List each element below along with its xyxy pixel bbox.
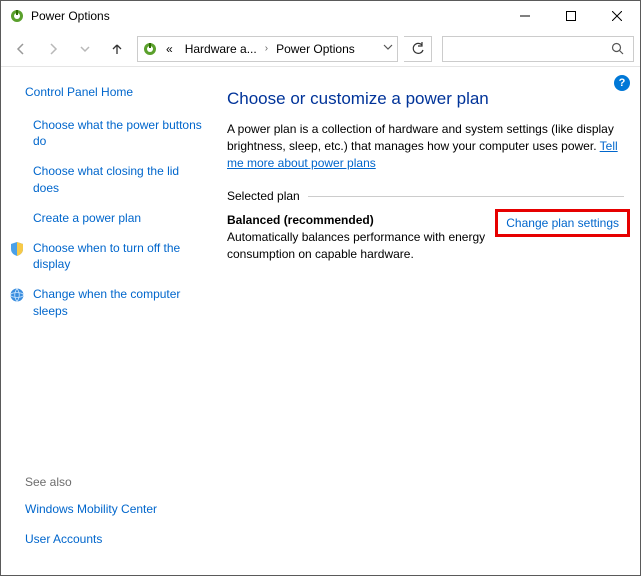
plan-row: Balanced (recommended) Automatically bal… <box>227 213 624 263</box>
maximize-button[interactable] <box>548 1 594 31</box>
sidebar-link-closing-lid[interactable]: Choose what closing the lid does <box>25 163 203 195</box>
highlight-box: Change plan settings <box>495 209 630 237</box>
page-heading: Choose or customize a power plan <box>227 89 624 109</box>
address-bar[interactable]: « Hardware a... › Power Options <box>137 36 398 62</box>
selected-plan-label: Selected plan <box>227 189 624 203</box>
sidebar-link-turn-off-display[interactable]: Choose when to turn off the display <box>9 240 203 272</box>
plan-name: Balanced (recommended) <box>227 213 485 227</box>
main-panel: Choose or customize a power plan A power… <box>217 67 640 575</box>
minimize-icon <box>520 11 530 21</box>
section-label-text: Selected plan <box>227 189 300 203</box>
chevron-right-icon[interactable]: › <box>265 43 268 54</box>
sidebar: Control Panel Home Choose what the power… <box>1 67 217 575</box>
window-title: Power Options <box>31 9 110 23</box>
plan-description: Automatically balances performance with … <box>227 229 485 263</box>
divider <box>308 196 624 197</box>
titlebar: Power Options <box>1 1 640 31</box>
see-also-mobility-center[interactable]: Windows Mobility Center <box>25 501 203 517</box>
maximize-icon <box>566 11 576 21</box>
power-options-app-icon <box>9 8 25 24</box>
breadcrumb-power-options[interactable]: Power Options <box>272 40 359 58</box>
address-dropdown-icon[interactable] <box>383 42 393 55</box>
search-icon <box>611 42 625 56</box>
sidebar-item-label: Choose when to turn off the display <box>33 241 180 271</box>
up-button[interactable] <box>103 35 131 63</box>
sidebar-link-create-plan[interactable]: Create a power plan <box>25 210 203 226</box>
navigation-bar: « Hardware a... › Power Options <box>1 31 640 67</box>
forward-button[interactable] <box>39 35 67 63</box>
breadcrumb-hardware[interactable]: Hardware a... <box>181 40 261 58</box>
refresh-icon <box>411 42 425 56</box>
refresh-button[interactable] <box>404 36 432 62</box>
sidebar-link-power-buttons[interactable]: Choose what the power buttons do <box>25 117 203 149</box>
shield-icon <box>9 241 25 257</box>
recent-dropdown[interactable] <box>71 35 99 63</box>
content-area: Control Panel Home Choose what the power… <box>1 67 640 575</box>
forward-arrow-icon <box>46 42 60 56</box>
change-plan-settings-link[interactable]: Change plan settings <box>506 216 619 230</box>
control-panel-home-link[interactable]: Control Panel Home <box>25 85 203 99</box>
close-icon <box>612 11 622 21</box>
power-options-window: Power Options « Hardware a... › Power Op… <box>0 0 641 576</box>
sidebar-link-computer-sleeps[interactable]: Change when the computer sleeps <box>9 286 203 318</box>
close-button[interactable] <box>594 1 640 31</box>
back-button[interactable] <box>7 35 35 63</box>
page-description: A power plan is a collection of hardware… <box>227 121 624 171</box>
chevron-down-icon <box>80 44 90 54</box>
see-also-user-accounts[interactable]: User Accounts <box>25 531 203 547</box>
back-arrow-icon <box>14 42 28 56</box>
search-input[interactable] <box>442 36 634 62</box>
globe-icon <box>9 287 25 303</box>
up-arrow-icon <box>110 42 124 56</box>
sidebar-item-label: Change when the computer sleeps <box>33 287 180 317</box>
breadcrumb-prefix[interactable]: « <box>162 40 177 58</box>
minimize-button[interactable] <box>502 1 548 31</box>
help-icon[interactable]: ? <box>614 75 630 91</box>
description-text: A power plan is a collection of hardware… <box>227 122 614 153</box>
address-app-icon <box>142 41 158 57</box>
see-also-label: See also <box>25 475 203 489</box>
